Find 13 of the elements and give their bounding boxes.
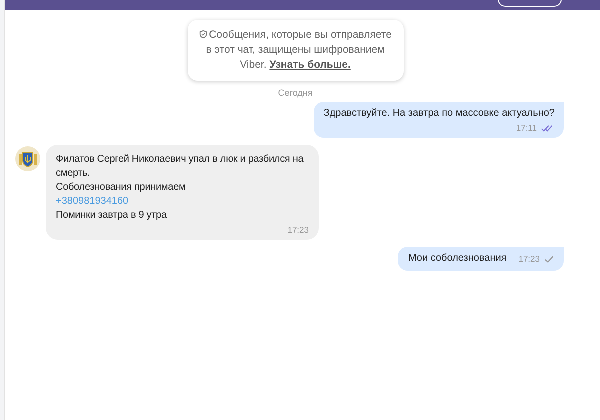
message-time: 17:23 [518, 253, 540, 266]
message-text: Поминки завтра в 9 утра [56, 209, 168, 223]
message-text: Мои соболезнования [408, 252, 507, 266]
emblem-avatar-icon [15, 146, 41, 172]
message-time: 17:11 [516, 122, 537, 135]
message-text: Соболезнования принимаем [56, 181, 187, 195]
message-text: Здравствуйте. На завтра по массовке актуально? [324, 107, 555, 121]
date-divider: Сегодня [278, 88, 313, 98]
message-time: 17:23 [288, 224, 309, 237]
shield-icon [199, 30, 208, 39]
message-text: Филатов Сергей Николаевич упал в люк и разбился на смерть. [56, 153, 305, 181]
learn-more-link[interactable]: Узнать больше. [270, 59, 351, 71]
encryption-notice: Сообщения, которые вы отправляете в этот чат, защищены шифрованием Viber. Узнать больше. [196, 28, 396, 73]
